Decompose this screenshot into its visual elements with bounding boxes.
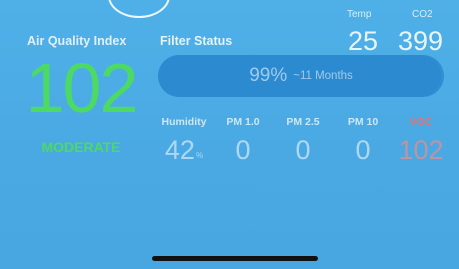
filter-percent: 99%	[249, 65, 288, 86]
top-arc-decoration	[108, 0, 170, 18]
humidity-unit: %	[195, 151, 204, 160]
aqi-label: Air Quality Index	[27, 34, 127, 48]
filter-remaining: ~11 Months	[293, 70, 353, 82]
humidity-number: 42	[164, 135, 195, 165]
pm10-value: 0	[355, 135, 371, 165]
humidity-label: Humidity	[161, 116, 207, 128]
temp-label: Temp	[347, 9, 372, 20]
pm10-label: PM 10	[347, 116, 379, 128]
temp-value: 25	[348, 26, 379, 56]
co2-value: 399	[398, 26, 444, 56]
pm25-value: 0	[295, 135, 311, 165]
dashboard-screen: Air Quality Index 102 MODERATE Filter St…	[0, 0, 459, 269]
pm25-label: PM 2.5	[286, 116, 320, 128]
pm1-value: 0	[235, 135, 251, 165]
voc-value: 102	[398, 135, 444, 165]
humidity-value: 42%	[160, 133, 208, 167]
filter-status-label: Filter Status	[160, 34, 233, 48]
filter-status-text: 99% ~11 Months	[158, 55, 444, 97]
voc-label: VOC	[409, 116, 433, 128]
pm1-label: PM 1.0	[226, 116, 260, 128]
home-indicator[interactable]	[152, 256, 318, 261]
filter-status-bar[interactable]: 99% ~11 Months	[158, 55, 444, 97]
aqi-value: 102	[25, 49, 139, 127]
aqi-status: MODERATE	[41, 139, 121, 155]
co2-label: CO2	[412, 9, 433, 20]
